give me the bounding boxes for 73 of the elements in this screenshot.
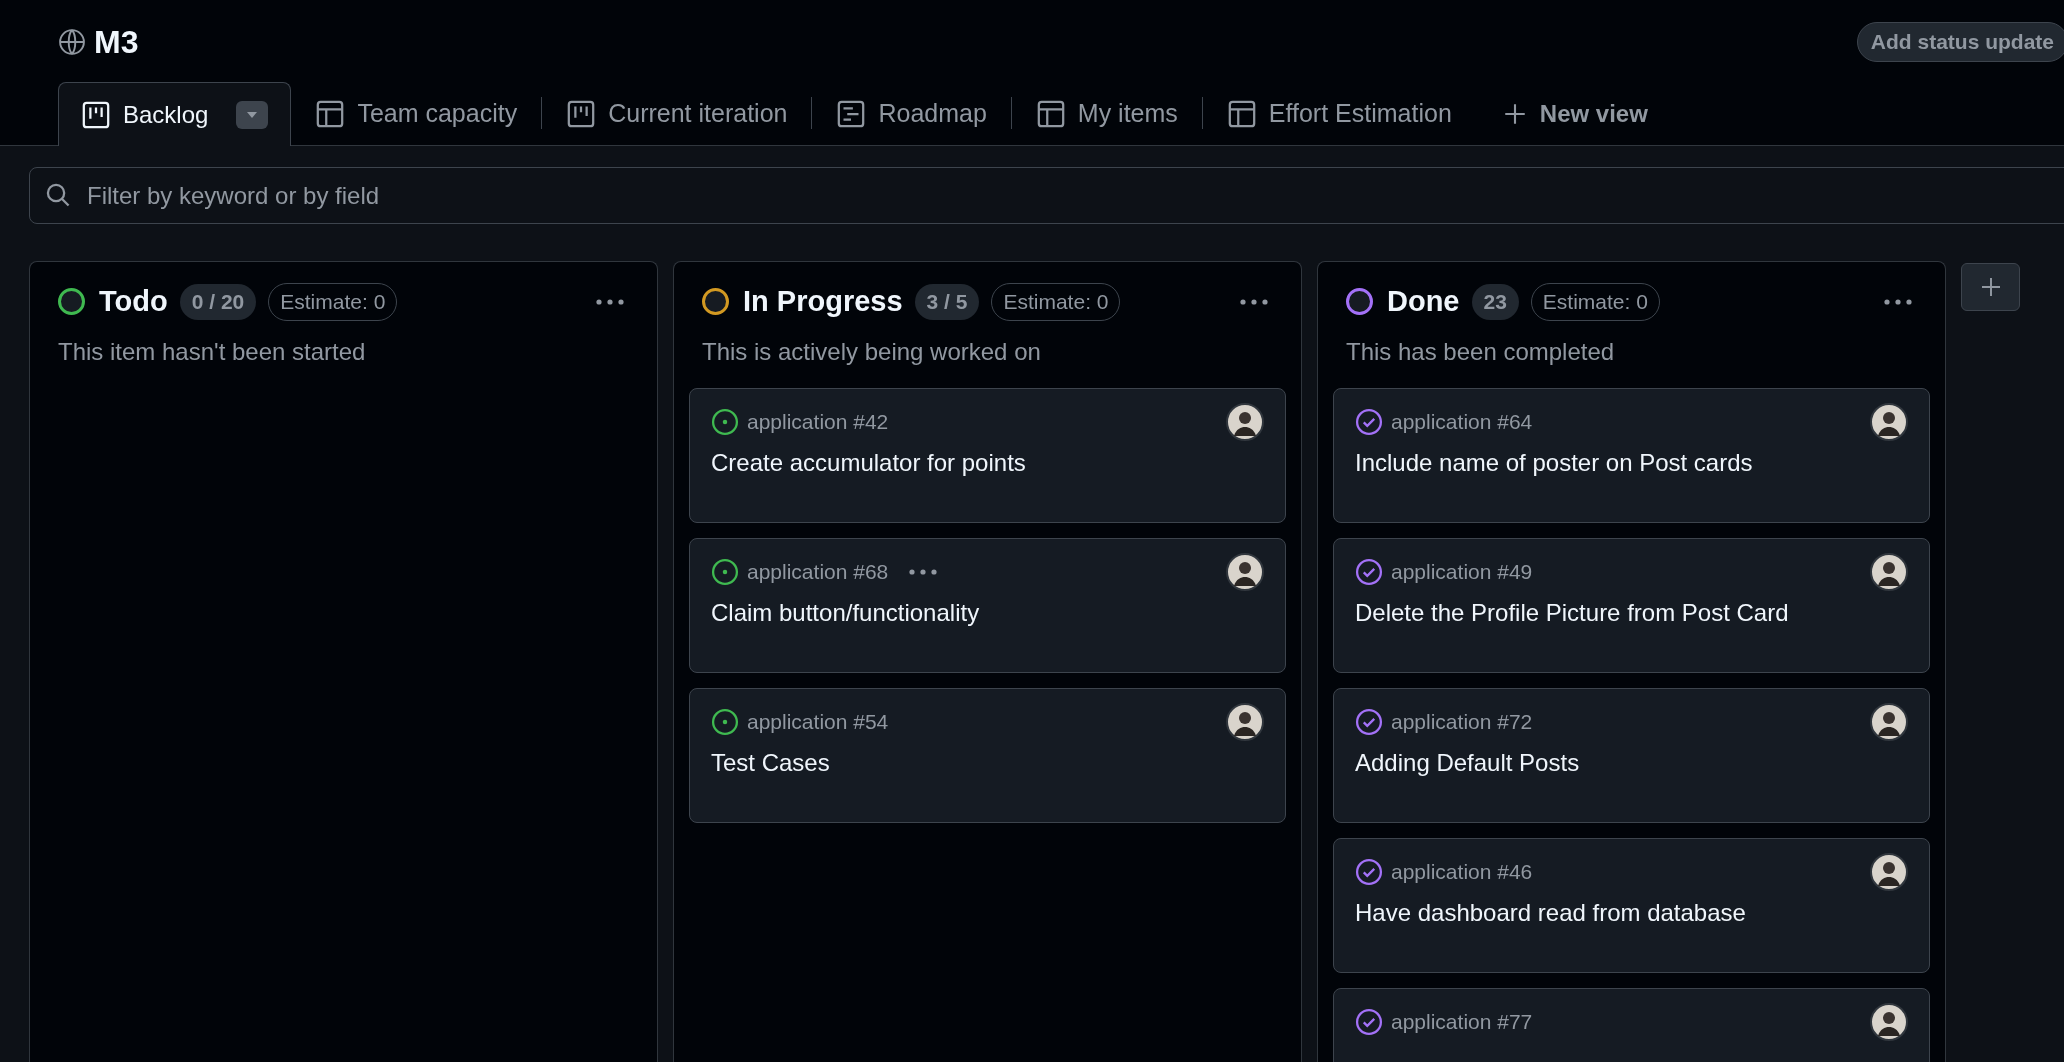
board-icon [81,99,111,130]
issue-card[interactable]: application #49 Delete the Profile Picture from Post Card [1333,537,1930,673]
board-icon [566,99,597,129]
issue-card[interactable]: application #42 Create accumulator for points [689,387,1286,523]
avatar[interactable] [1870,702,1908,741]
filter-field[interactable]: Filter by keyword or by field [29,167,2064,224]
check-circle-icon [1355,557,1383,586]
search-icon [45,182,71,208]
caret-icon [246,110,259,119]
table-icon [1226,99,1257,129]
more-options-icon[interactable] [595,297,625,306]
issue-reference: application #49 [1391,558,1533,585]
table-icon [315,99,346,129]
view-tab[interactable]: Current iteration [542,82,812,146]
issue-reference: application #54 [747,708,889,735]
issue-reference: application #77 [1391,1008,1533,1035]
globe-icon [58,28,86,56]
project-title: M3 [94,23,139,62]
column-description: This item hasn't been started [57,336,367,367]
issue-reference: application #42 [747,408,889,435]
view-tab[interactable]: Effort Estimation [1202,82,1476,146]
issue-card[interactable]: application #72 Adding Default Posts [1333,687,1930,823]
issue-title: Have dashboard read from database [1355,897,1747,928]
avatar[interactable] [1870,1002,1908,1041]
open-issue-icon [711,707,739,736]
view-options-button[interactable] [236,100,269,129]
check-circle-icon [1355,707,1383,736]
view-tab[interactable]: My items [1011,82,1202,146]
table-icon [1035,99,1066,129]
avatar[interactable] [1870,402,1908,441]
issue-card[interactable]: application #54 Test Cases [689,687,1286,823]
issue-title: Adding Default Posts [1355,747,1581,778]
issue-card[interactable]: application #46 Have dashboard read from database [1333,837,1930,973]
check-circle-icon [1355,857,1383,886]
item-count: 3 / 5 [914,284,980,320]
open-issue-icon [711,557,739,586]
view-tab[interactable]: Team capacity [291,82,542,146]
issue-title: Include name of poster on Post cards [1355,447,1754,478]
issue-reference: application #72 [1391,708,1533,735]
column-description: This is actively being worked on [701,336,1042,367]
view-tab[interactable]: Backlog [58,82,292,146]
roadmap-icon [836,99,867,129]
item-count: 23 [1471,284,1519,320]
issue-title: Claim button/functionality [711,597,981,628]
item-count: 0 / 20 [179,284,257,320]
add-column-button[interactable] [1961,263,2020,311]
column-title: Done [1387,284,1460,319]
avatar[interactable] [1226,702,1264,741]
avatar[interactable] [1226,402,1264,441]
column-title: In Progress [743,284,903,319]
issue-card[interactable]: application #77 [1333,987,1930,1062]
check-circle-icon [1355,407,1383,436]
column-description: This has been completed [1345,336,1616,367]
issue-reference: application #46 [1391,858,1533,885]
avatar[interactable] [1870,852,1908,891]
issue-card[interactable]: application #68 Claim button/functionality [689,537,1286,673]
issue-title: Create accumulator for points [711,447,1027,478]
avatar[interactable] [1870,552,1908,591]
more-options-icon[interactable] [1883,297,1913,306]
open-issue-icon [711,407,739,436]
issue-title: Test Cases [711,747,831,778]
check-circle-icon [1355,1007,1383,1036]
add-status-update-button[interactable]: Add status update [1856,22,2064,62]
issue-reference: application #64 [1391,408,1533,435]
issue-title: Delete the Profile Picture from Post Card [1355,597,1790,628]
avatar[interactable] [1226,552,1264,591]
issue-card[interactable]: application #64 Include name of poster on Post cards [1333,387,1930,523]
new-view-button[interactable]: New view [1485,82,1664,146]
column-title: Todo [99,284,168,319]
more-options-icon[interactable] [1239,297,1269,306]
view-tab[interactable]: Roadmap [812,82,1011,146]
card-menu-icon[interactable] [908,567,939,576]
issue-reference: application #68 [747,558,889,585]
